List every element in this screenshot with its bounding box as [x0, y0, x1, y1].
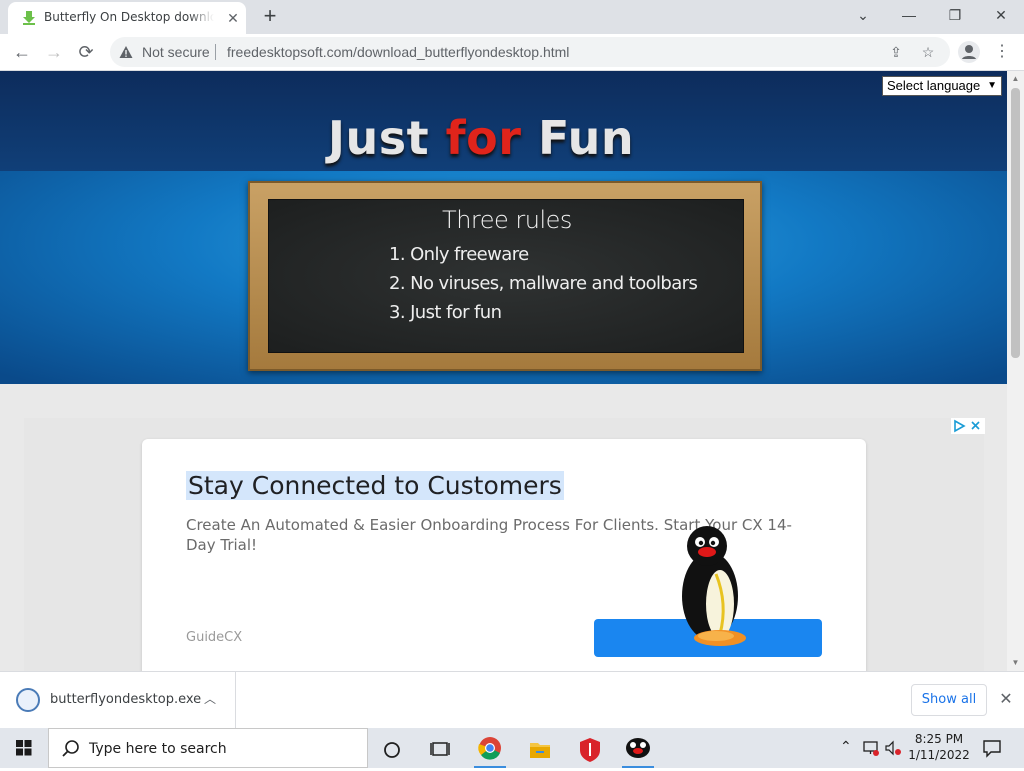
show-all-button[interactable]: Show all: [911, 684, 987, 716]
language-select-value: Select language: [887, 78, 981, 93]
penguin-app-taskbar-button[interactable]: [618, 732, 658, 768]
chrome-taskbar-button[interactable]: [470, 732, 510, 768]
penguin-app-icon: [626, 738, 650, 758]
page-scrollbar[interactable]: ▲ ▼: [1007, 71, 1024, 671]
tab-search-button[interactable]: ⌄: [840, 0, 886, 30]
download-item[interactable]: butterflyondesktop.exe ︿: [0, 672, 236, 728]
chrome-icon: [478, 737, 501, 760]
warning-icon[interactable]: [119, 45, 133, 59]
language-select[interactable]: Select language ▼: [882, 76, 1002, 96]
minimize-button[interactable]: —: [886, 0, 932, 30]
ad-headline[interactable]: Stay Connected to Customers: [186, 471, 564, 500]
task-view-circle-icon[interactable]: [372, 732, 412, 768]
browser-toolbar: ← → ⟳ Not secure freedesktopsoft.com/dow…: [0, 34, 1024, 71]
hero-title: Just for Fun: [0, 111, 962, 165]
forward-button[interactable]: →: [42, 40, 66, 64]
download-filename[interactable]: butterflyondesktop.exe: [50, 692, 201, 707]
network-icon[interactable]: [862, 740, 880, 756]
installer-file-icon: [16, 688, 40, 712]
ad-info-icon: [954, 419, 980, 433]
search-placeholder: Type here to search: [89, 741, 227, 757]
tab-close-icon[interactable]: ✕: [224, 9, 242, 27]
scroll-thumb[interactable]: [1011, 88, 1020, 358]
hero-banner: Just for Fun Select language ▼ Three rul…: [0, 71, 1007, 384]
volume-icon[interactable]: [884, 740, 902, 756]
share-icon[interactable]: ⇪: [886, 42, 906, 62]
ad-brand[interactable]: GuideCX: [186, 630, 242, 645]
scroll-up-icon[interactable]: ▲: [1010, 73, 1021, 84]
hero-title-part3: Fun: [521, 111, 635, 165]
security-label[interactable]: Not secure: [142, 44, 210, 60]
restore-button[interactable]: ❐: [932, 0, 978, 30]
person-icon: [962, 45, 976, 59]
search-icon: [62, 740, 79, 757]
new-tab-button[interactable]: +: [258, 5, 282, 29]
download-shelf: butterflyondesktop.exe ︿ Show all ✕: [0, 671, 1024, 728]
omnibox-separator: [215, 44, 216, 60]
back-button[interactable]: ←: [10, 40, 34, 64]
hero-title-part1: Just: [327, 111, 446, 165]
page-viewport: Just for Fun Select language ▼ Three rul…: [0, 71, 1024, 671]
windows-start-icon[interactable]: [0, 728, 48, 768]
task-view-icon[interactable]: [420, 732, 460, 768]
profile-avatar-icon[interactable]: [958, 41, 980, 63]
ad-card[interactable]: Stay Connected to Customers Create An Au…: [142, 439, 866, 671]
file-explorer-icon[interactable]: [520, 732, 560, 768]
notification-center-icon[interactable]: [980, 736, 1004, 760]
scroll-down-icon[interactable]: ▼: [1010, 657, 1021, 668]
close-window-button[interactable]: ✕: [978, 0, 1024, 30]
bookmark-star-icon[interactable]: ☆: [918, 42, 938, 62]
rule-item: 1. Only freeware: [389, 244, 529, 265]
hero-title-part2: for: [445, 111, 522, 165]
rule-item: 3. Just for fun: [389, 302, 502, 323]
windows-taskbar: Type here to search ⌃ 8:25 PM 1/11/2022: [0, 728, 1024, 768]
penguin-mascot-icon[interactable]: [676, 524, 748, 648]
tab-title: Butterfly On Desktop download page: [44, 10, 214, 24]
download-arrow-icon: [23, 11, 35, 25]
chevron-down-icon: ▼: [987, 80, 997, 91]
shield-app-icon[interactable]: [570, 732, 610, 768]
address-bar[interactable]: Not secure freedesktopsoft.com/download_…: [110, 37, 950, 67]
url-text[interactable]: freedesktopsoft.com/download_butterflyon…: [227, 44, 569, 60]
chalkboard-title: Three rules: [442, 206, 572, 234]
taskbar-clock[interactable]: 8:25 PM 1/11/2022: [906, 731, 972, 763]
chevron-up-icon[interactable]: ︿: [204, 690, 216, 707]
close-shelf-icon[interactable]: ✕: [996, 688, 1016, 712]
ad-choices-icon[interactable]: [951, 418, 985, 434]
browser-menu-button[interactable]: ⋮: [992, 40, 1012, 64]
clock-date: 1/11/2022: [908, 748, 970, 762]
reload-button[interactable]: ⟳: [74, 40, 98, 64]
rule-item: 2. No viruses, mallware and toolbars: [389, 273, 698, 294]
tab-strip: Butterfly On Desktop download page ✕ + ⌄…: [0, 0, 1024, 34]
tray-chevron-up-icon[interactable]: ⌃: [840, 738, 852, 755]
taskbar-search-input[interactable]: Type here to search: [48, 728, 368, 768]
chalkboard: Three rules 1. Only freeware 2. No virus…: [248, 181, 762, 371]
browser-tab[interactable]: Butterfly On Desktop download page ✕: [8, 2, 246, 34]
chalkboard-surface: Three rules 1. Only freeware 2. No virus…: [268, 199, 744, 353]
clock-time: 8:25 PM: [914, 732, 964, 746]
